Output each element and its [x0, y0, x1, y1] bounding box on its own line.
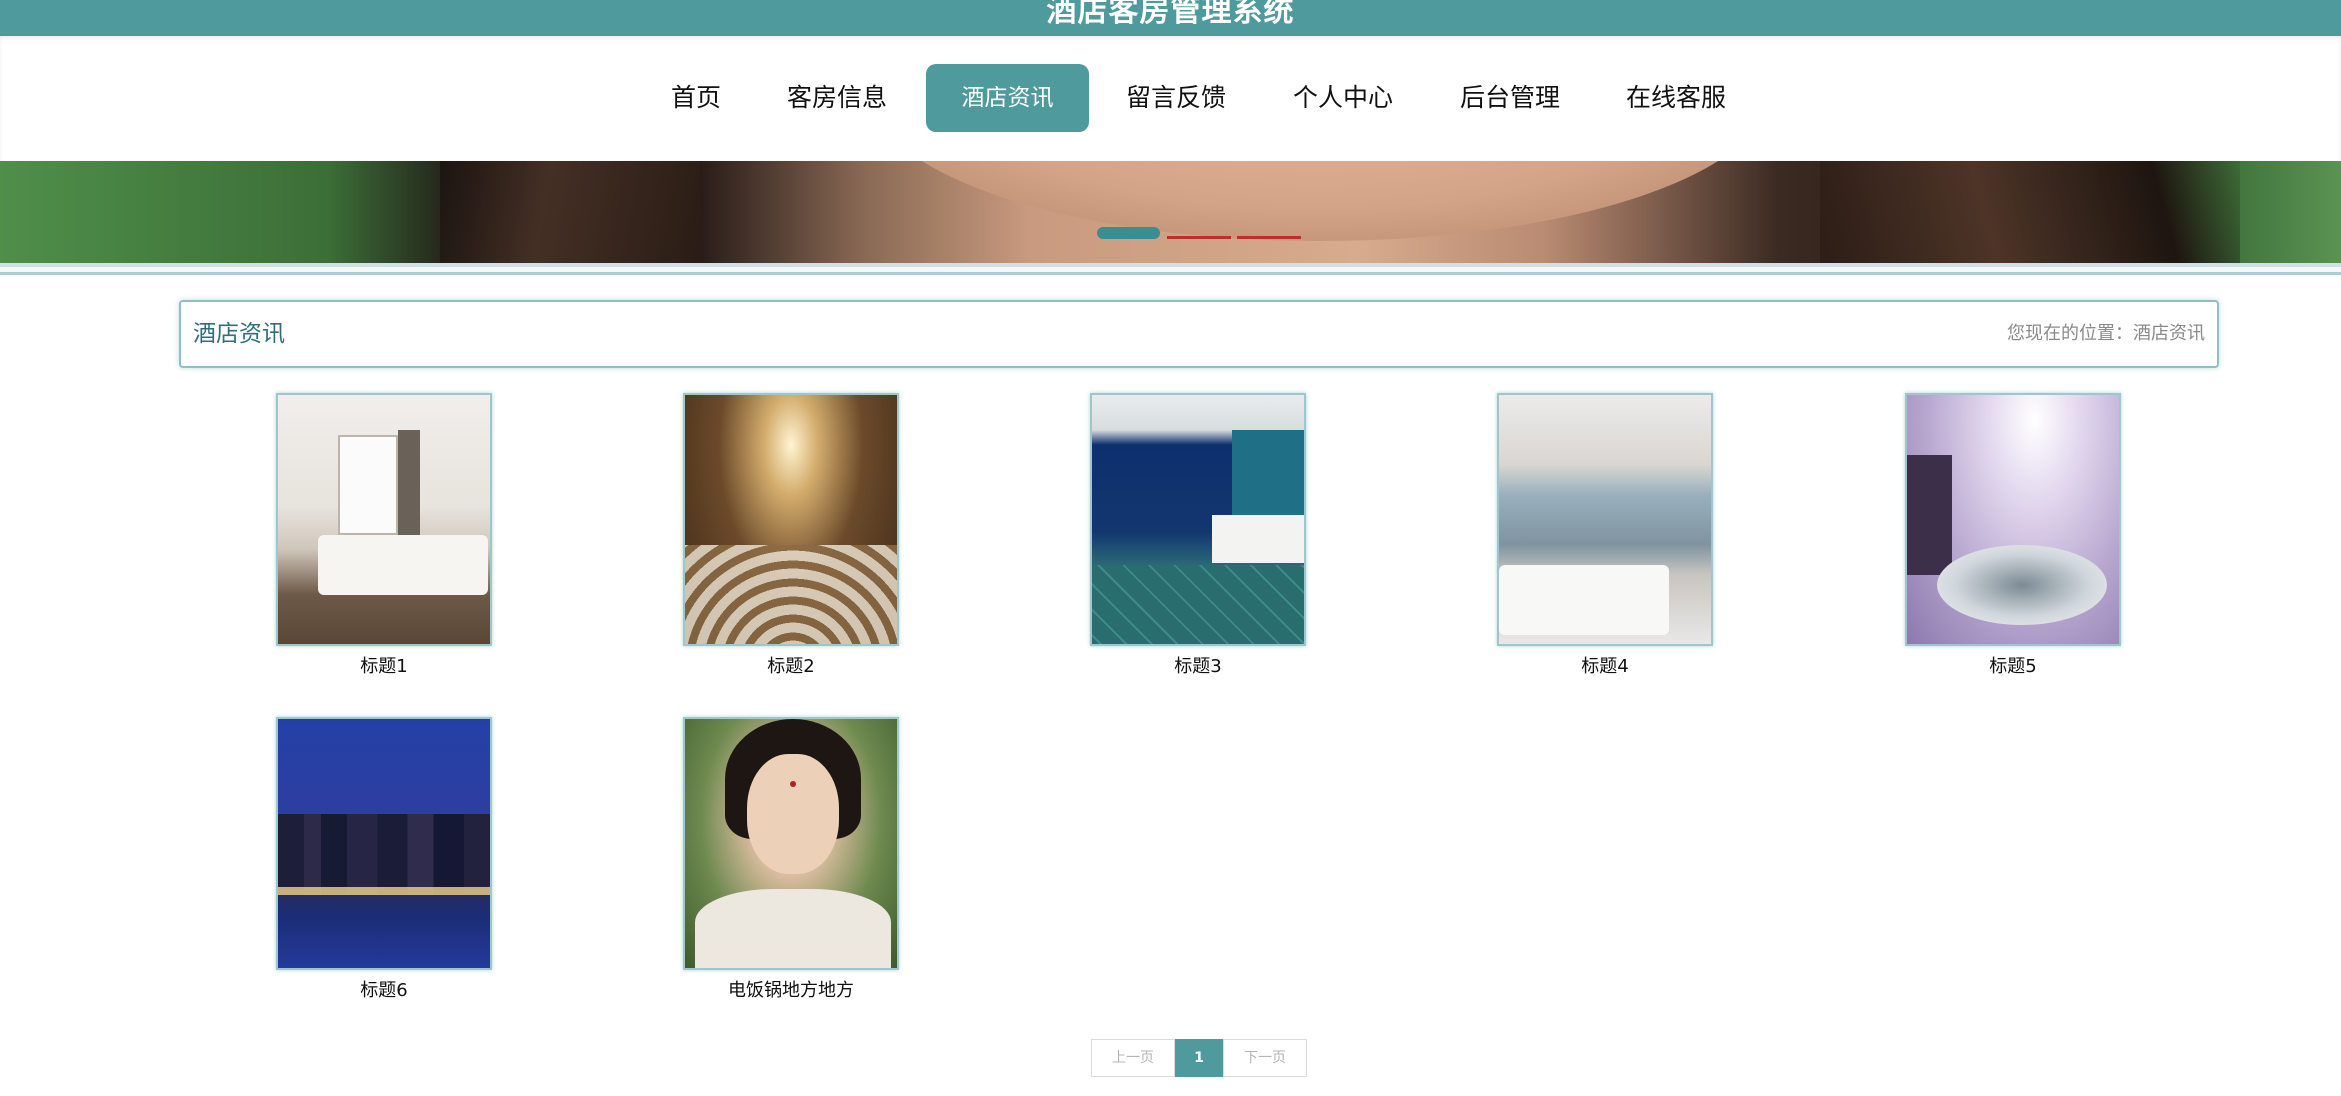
thumb-bed: [1212, 515, 1304, 563]
news-title[interactable]: 标题2: [683, 652, 899, 678]
news-card[interactable]: 标题2: [683, 393, 899, 678]
carousel-indicator-1[interactable]: [1097, 227, 1160, 239]
thumb-curtain: [1907, 455, 1952, 575]
news-title[interactable]: 标题3: [1090, 652, 1306, 678]
site-title: 酒店客房管理系统: [1046, 0, 1295, 29]
breadcrumb: 您现在的位置：酒店资讯: [2007, 323, 2205, 344]
news-thumbnail[interactable]: [683, 717, 899, 970]
thumb-portrait-mark: [790, 781, 796, 787]
news-card[interactable]: 标题3: [1090, 393, 1306, 678]
news-thumbnail[interactable]: [1497, 393, 1713, 646]
thumb-bed: [1499, 565, 1669, 635]
thumb-bed: [318, 535, 488, 595]
news-thumbnail[interactable]: [683, 393, 899, 646]
news-card[interactable]: 标题6: [276, 717, 492, 1002]
news-card[interactable]: 电饭锅地方地方: [683, 717, 899, 1002]
news-title[interactable]: 电饭锅地方地方: [683, 976, 899, 1002]
thumb-window: [338, 435, 398, 535]
nav-item-admin[interactable]: 后台管理: [1448, 64, 1572, 132]
news-thumbnail[interactable]: [1090, 393, 1306, 646]
thumb-portrait-face: [747, 754, 839, 874]
banner-image-hair-left: [440, 161, 700, 263]
nav-item-news[interactable]: 酒店资讯: [926, 64, 1089, 132]
carousel-indicator-2[interactable]: [1167, 236, 1231, 239]
news-thumbnail[interactable]: [276, 717, 492, 970]
nav-item-home[interactable]: 首页: [656, 64, 736, 132]
news-title[interactable]: 标题1: [276, 652, 492, 678]
thumb-city-skyline: [278, 814, 490, 894]
section-title: 酒店资讯: [193, 321, 285, 347]
next-page-button[interactable]: 下一页: [1223, 1039, 1307, 1077]
news-thumbnail[interactable]: [1905, 393, 2121, 646]
section-header: 酒店资讯 您现在的位置：酒店资讯: [179, 300, 2219, 368]
thumb-bathtub: [1937, 545, 2107, 625]
thumb-portrait-robe: [695, 889, 891, 968]
nav-item-profile[interactable]: 个人中心: [1281, 64, 1405, 132]
nav-item-rooms[interactable]: 客房信息: [775, 64, 899, 132]
news-title[interactable]: 标题5: [1905, 652, 2121, 678]
news-title[interactable]: 标题6: [276, 976, 492, 1002]
page-number-button[interactable]: 1: [1175, 1039, 1223, 1077]
banner-image-face: [870, 161, 1770, 241]
thumb-carpet: [1092, 565, 1304, 644]
banner-carousel[interactable]: [0, 161, 2341, 263]
nav-item-feedback[interactable]: 留言反馈: [1114, 64, 1238, 132]
banner-divider: [0, 263, 2341, 275]
banner-image-hair-right: [1820, 161, 2240, 263]
header-bar: 酒店客房管理系统: [0, 0, 2341, 36]
thumb-city-lights: [278, 887, 490, 895]
thumb-curtain: [398, 430, 420, 540]
prev-page-button[interactable]: 上一页: [1091, 1039, 1175, 1077]
news-card[interactable]: 标题4: [1497, 393, 1713, 678]
news-card[interactable]: 标题1: [276, 393, 492, 678]
news-title[interactable]: 标题4: [1497, 652, 1713, 678]
news-card[interactable]: 标题5: [1905, 393, 2121, 678]
thumb-banquet-tables: [685, 545, 897, 644]
carousel-indicators: [1097, 227, 1307, 241]
news-thumbnail[interactable]: [276, 393, 492, 646]
nav-item-support[interactable]: 在线客服: [1614, 64, 1738, 132]
main-nav: 首页 客房信息 酒店资讯 留言反馈 个人中心 后台管理 在线客服: [0, 36, 2341, 161]
carousel-indicator-3[interactable]: [1237, 236, 1301, 239]
nav-list: 首页 客房信息 酒店资讯 留言反馈 个人中心 后台管理 在线客服: [0, 36, 2341, 161]
